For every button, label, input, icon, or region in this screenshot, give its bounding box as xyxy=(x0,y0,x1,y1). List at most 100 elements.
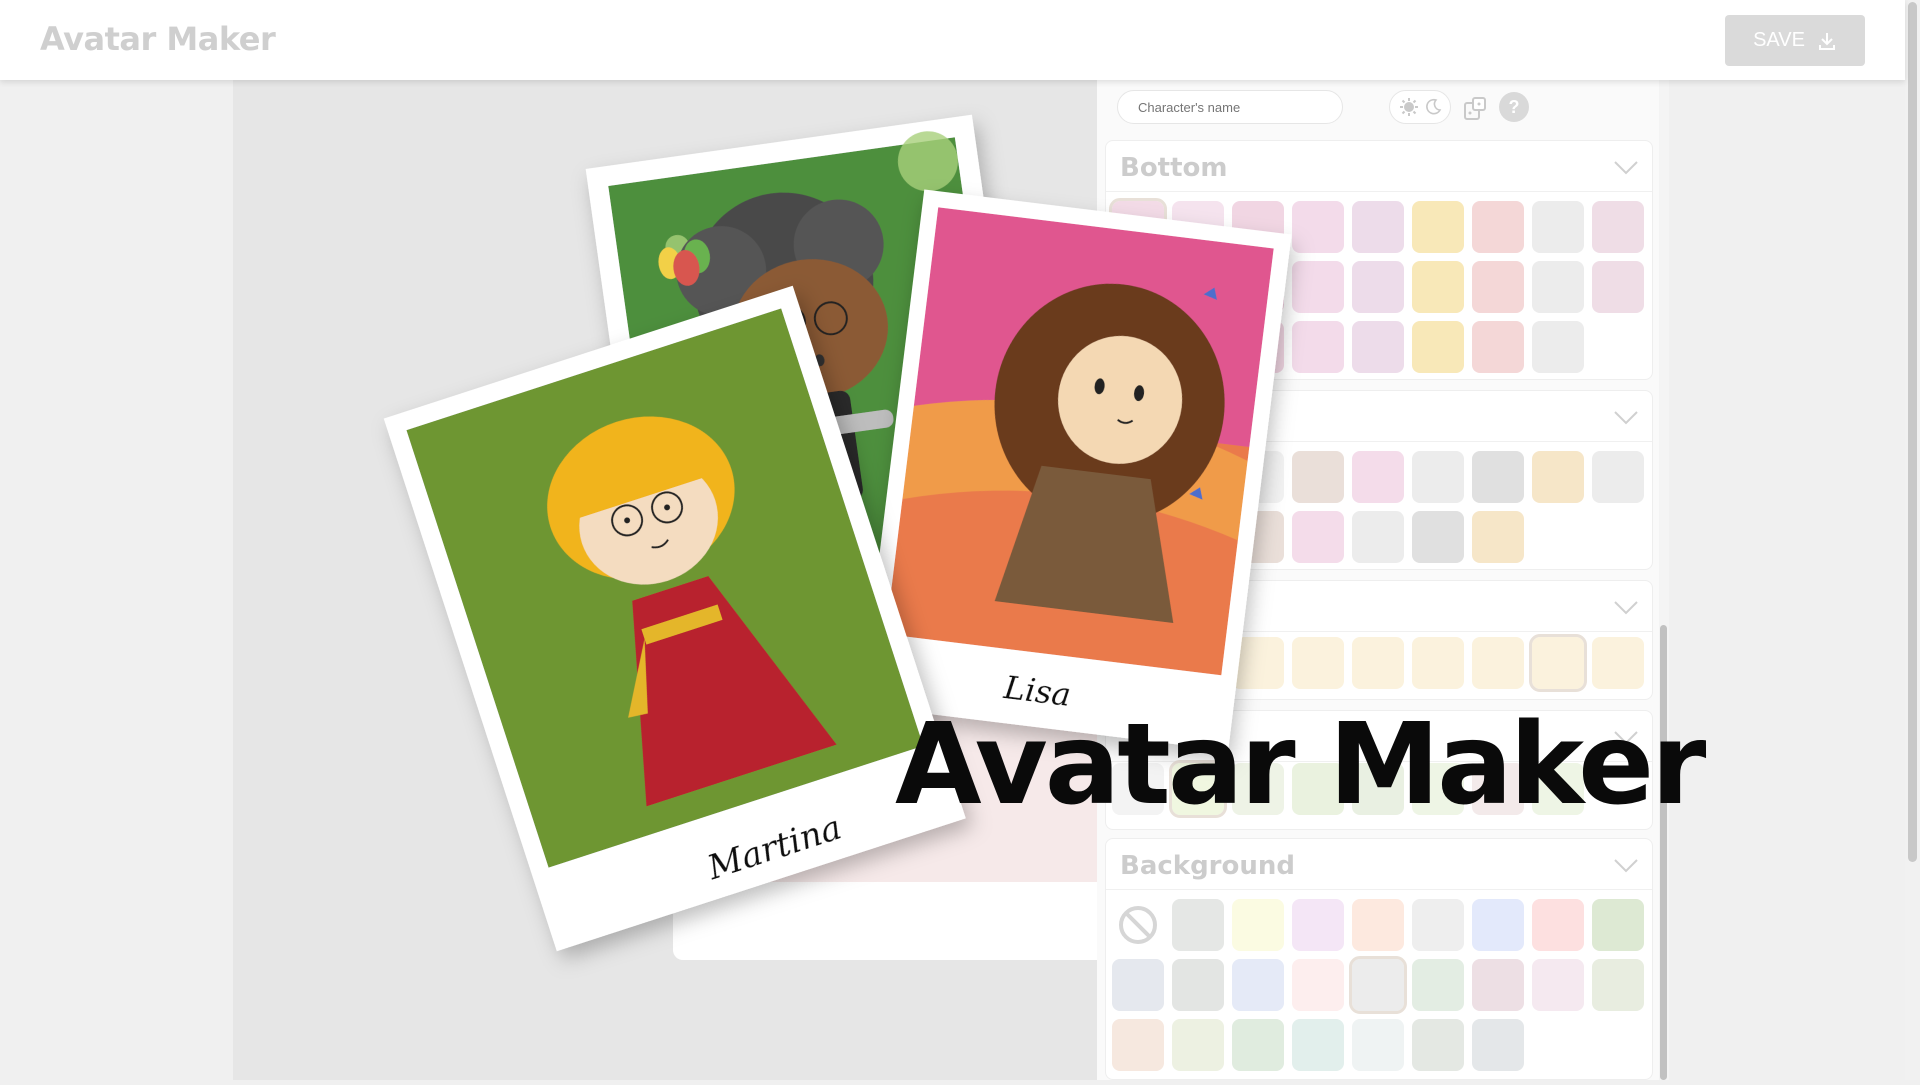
option-tile[interactable] xyxy=(1592,899,1644,951)
option-tile[interactable] xyxy=(1472,321,1524,373)
option-tile[interactable] xyxy=(1472,201,1524,253)
chevron-down-icon[interactable] xyxy=(1612,855,1640,875)
option-tile[interactable] xyxy=(1352,261,1404,313)
option-tile[interactable] xyxy=(1352,201,1404,253)
option-tile[interactable] xyxy=(1292,763,1344,815)
option-tile[interactable] xyxy=(1292,261,1344,313)
chevron-down-icon[interactable] xyxy=(1612,597,1640,617)
option-tile[interactable] xyxy=(1232,511,1284,563)
option-tile[interactable] xyxy=(1532,763,1584,815)
option-tile[interactable] xyxy=(1112,899,1164,951)
option-tile[interactable] xyxy=(1112,763,1164,815)
option-tile[interactable] xyxy=(1172,321,1224,373)
option-tile[interactable] xyxy=(1352,1019,1404,1071)
option-tile[interactable] xyxy=(1412,451,1464,503)
option-tile[interactable] xyxy=(1112,261,1164,313)
option-tile[interactable] xyxy=(1412,1019,1464,1071)
option-tile[interactable] xyxy=(1412,201,1464,253)
option-tile[interactable] xyxy=(1352,321,1404,373)
option-tile[interactable] xyxy=(1112,959,1164,1011)
option-tile[interactable] xyxy=(1412,637,1464,689)
option-tile[interactable] xyxy=(1352,763,1404,815)
chevron-down-icon[interactable] xyxy=(1612,407,1640,427)
option-tile[interactable] xyxy=(1472,1019,1524,1071)
option-tile[interactable] xyxy=(1112,451,1164,503)
option-tile[interactable] xyxy=(1592,637,1644,689)
chevron-down-icon[interactable] xyxy=(1612,727,1640,747)
option-tile[interactable] xyxy=(1592,959,1644,1011)
option-tile[interactable] xyxy=(1232,201,1284,253)
option-tile[interactable] xyxy=(1232,899,1284,951)
option-tile[interactable] xyxy=(1169,760,1227,818)
window-scrollbar-thumb[interactable] xyxy=(1908,2,1917,862)
option-tile[interactable] xyxy=(1352,451,1404,503)
chevron-down-icon[interactable] xyxy=(1612,157,1640,177)
option-tile[interactable] xyxy=(1352,511,1404,563)
option-tile[interactable] xyxy=(1412,959,1464,1011)
option-tile[interactable] xyxy=(1532,959,1584,1011)
option-tile[interactable] xyxy=(1472,959,1524,1011)
option-tile[interactable] xyxy=(1529,634,1587,692)
option-tile[interactable] xyxy=(1412,899,1464,951)
panel-scrollbar-thumb[interactable] xyxy=(1660,625,1667,1080)
option-tile[interactable] xyxy=(1172,899,1224,951)
option-tile[interactable] xyxy=(1232,637,1284,689)
option-tile[interactable] xyxy=(1412,511,1464,563)
option-tile[interactable] xyxy=(1472,261,1524,313)
option-tile[interactable] xyxy=(1172,1019,1224,1071)
option-tile[interactable] xyxy=(1472,637,1524,689)
option-tile[interactable] xyxy=(1352,899,1404,951)
option-tile[interactable] xyxy=(1349,956,1407,1014)
option-tile[interactable] xyxy=(1292,959,1344,1011)
option-tile[interactable] xyxy=(1292,637,1344,689)
option-tile[interactable] xyxy=(1112,1019,1164,1071)
option-tile[interactable] xyxy=(1172,637,1224,689)
option-tile[interactable] xyxy=(1172,261,1224,313)
option-tile[interactable] xyxy=(1292,1019,1344,1071)
option-tile[interactable] xyxy=(1532,899,1584,951)
option-tile[interactable] xyxy=(1172,201,1224,253)
option-tile[interactable] xyxy=(1292,201,1344,253)
character-name-input[interactable] xyxy=(1117,90,1343,124)
option-tile[interactable] xyxy=(1112,637,1164,689)
option-tile[interactable] xyxy=(1472,899,1524,951)
option-tile[interactable] xyxy=(1232,763,1284,815)
option-tile[interactable] xyxy=(1292,321,1344,373)
option-tile[interactable] xyxy=(1292,451,1344,503)
avatar-stage xyxy=(233,80,1123,1080)
option-tile[interactable] xyxy=(1592,261,1644,313)
option-tile[interactable] xyxy=(1412,321,1464,373)
option-tile[interactable] xyxy=(1112,511,1164,563)
option-tile[interactable] xyxy=(1352,637,1404,689)
moon-icon[interactable] xyxy=(1424,98,1442,116)
option-tile[interactable] xyxy=(1532,321,1584,373)
option-tile[interactable] xyxy=(1112,321,1164,373)
option-tile[interactable] xyxy=(1472,511,1524,563)
option-tile[interactable] xyxy=(1592,201,1644,253)
option-tile[interactable] xyxy=(1292,899,1344,951)
option-tile[interactable] xyxy=(1232,321,1284,373)
dice-icon[interactable] xyxy=(1459,93,1491,125)
option-tile[interactable] xyxy=(1172,451,1224,503)
option-tile[interactable] xyxy=(1532,451,1584,503)
option-tile[interactable] xyxy=(1109,198,1167,256)
option-tile[interactable] xyxy=(1592,451,1644,503)
option-tile[interactable] xyxy=(1472,451,1524,503)
option-tile[interactable] xyxy=(1532,201,1584,253)
theme-toggle[interactable] xyxy=(1389,90,1451,124)
section-title: Bottom xyxy=(1120,153,1228,183)
option-tile[interactable] xyxy=(1472,763,1524,815)
option-tile[interactable] xyxy=(1232,261,1284,313)
option-tile[interactable] xyxy=(1232,959,1284,1011)
option-tile[interactable] xyxy=(1172,959,1224,1011)
sun-icon[interactable] xyxy=(1399,97,1419,117)
save-button[interactable]: SAVE xyxy=(1725,15,1865,66)
option-tile[interactable] xyxy=(1412,763,1464,815)
help-icon[interactable]: ? xyxy=(1499,92,1529,122)
option-tile[interactable] xyxy=(1412,261,1464,313)
option-tile[interactable] xyxy=(1292,511,1344,563)
option-tile[interactable] xyxy=(1172,511,1224,563)
option-tile[interactable] xyxy=(1232,1019,1284,1071)
option-tile[interactable] xyxy=(1532,261,1584,313)
option-tile[interactable] xyxy=(1232,451,1284,503)
